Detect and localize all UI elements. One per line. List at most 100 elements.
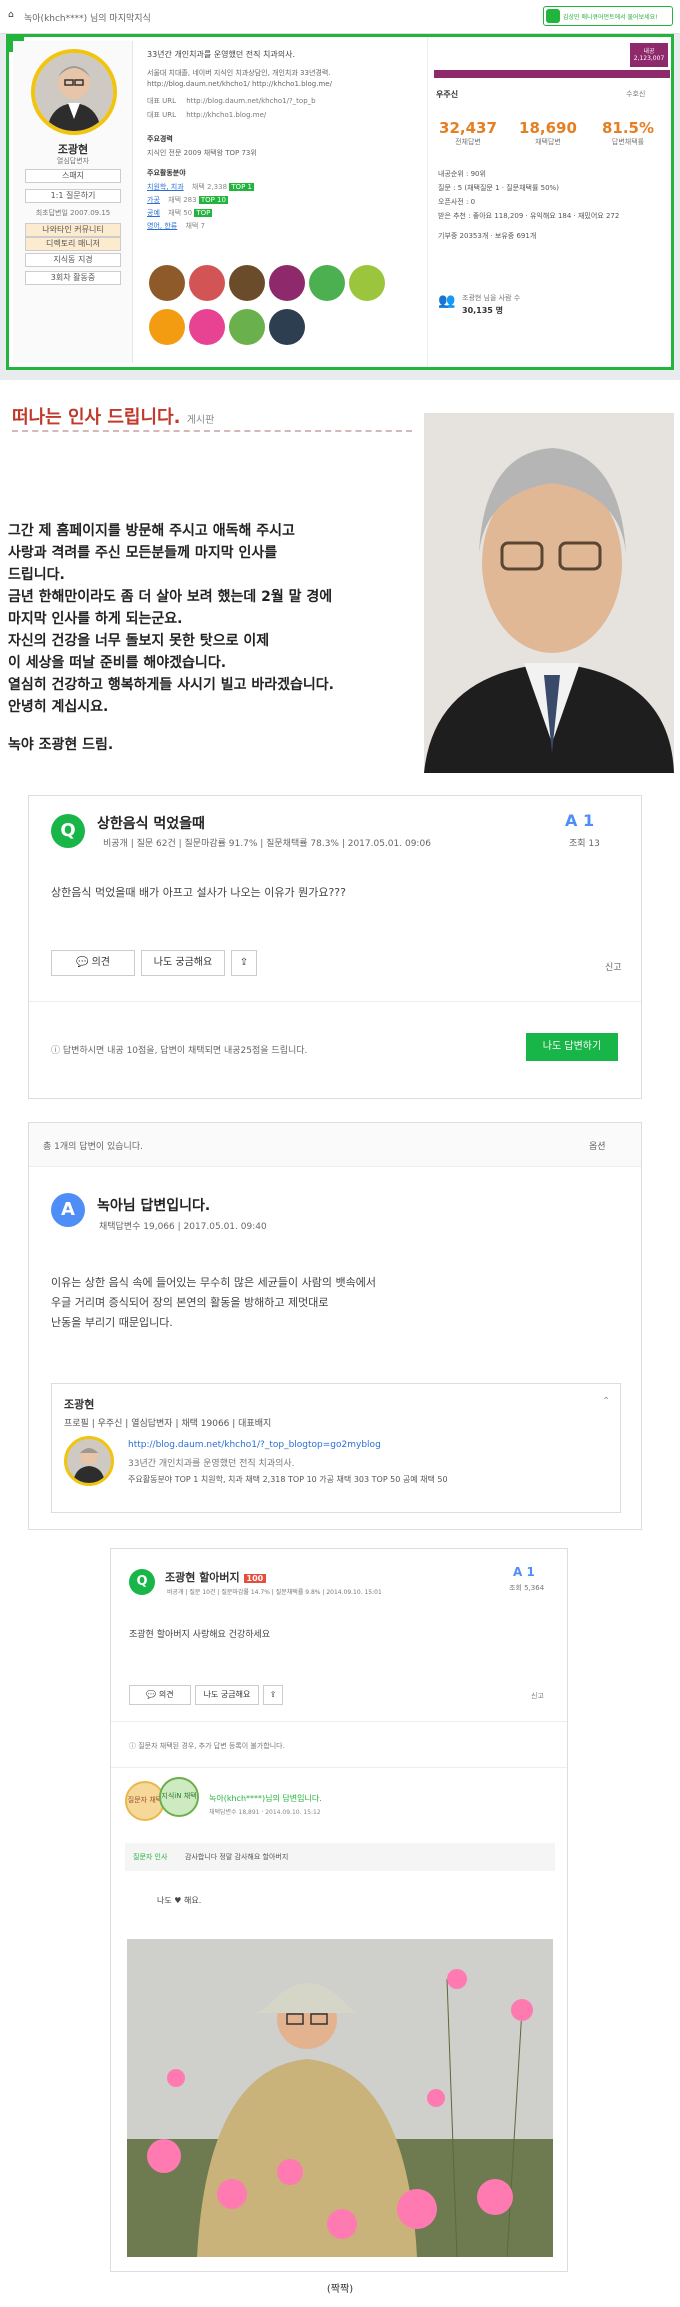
ask-button[interactable]: 1:1 질문하기 (25, 189, 121, 203)
grade-box: 내공 2,123,007 (630, 43, 668, 67)
badge-icon[interactable] (229, 309, 265, 345)
profile-subtitle: 열심답변자 (56, 157, 90, 165)
home-icon[interactable]: ⌂ (8, 10, 14, 20)
answer-card: 총 1개의 답변이 있습니다. 옵션 A 녹아님 답변입니다. 채택답변수 19… (28, 1122, 642, 1530)
blog-title: 떠나는 인사 드립니다. 게시판 (12, 407, 215, 428)
intro-text-2: 서울대 치대졸, 네이버 지식인 치과상담인, 개인치과 33년경력. (147, 69, 331, 77)
farewell-message: 그간 제 홈페이지를 방문해 주시고 애독해 주시고 사랑과 격려를 주신 모든… (8, 520, 428, 756)
main-exp-label: 주요경력 (147, 135, 173, 143)
intro-text: 33년간 개인치과를 운영했던 전직 치과의사. (147, 50, 296, 59)
badge-icon[interactable] (229, 265, 265, 301)
answer-meta: 채택답변수 18,891 · 2014.09.10. 15:12 (209, 1809, 321, 1816)
flower (397, 2189, 437, 2229)
question-title[interactable]: 상한음식 먹었을때 (97, 813, 205, 833)
answer-author[interactable]: 녹아님 답변입니다. (97, 1195, 210, 1215)
badge-icon[interactable] (349, 265, 385, 301)
answer-body: 나도 ♥ 해요. (157, 1896, 202, 1905)
opinion-button[interactable]: 💬 의견 (129, 1685, 191, 1705)
divider (111, 1721, 567, 1722)
flower (427, 2089, 445, 2107)
report-link[interactable]: 신고 (531, 1691, 544, 1701)
stat-adopted: 18,690 채택답변 (519, 119, 577, 146)
question-card-2: Q 조광현 할아버지 100 비공개 | 질문 10건 | 질문마감률 14.7… (110, 1548, 568, 2272)
answer-total: 총 1개의 답변이 있습니다. (43, 1142, 143, 1152)
author-fields: 주요활동분야 TOP 1 치원학, 치과 채택 2,318 TOP 10 가공 … (128, 1475, 448, 1484)
grade-progress-bar (434, 70, 670, 78)
donation: 기부중 20353개 · 보유중 691개 (438, 232, 537, 240)
stat-rate: 81.5% 답변채택률 (601, 119, 655, 146)
badge-icon[interactable] (189, 309, 225, 345)
field-link[interactable]: 영어, 한류 (147, 222, 177, 230)
question-q-icon: Q (51, 814, 85, 848)
avatar[interactable] (31, 49, 117, 135)
question-body: 조광현 할아버지 사랑해요 건강하세요 (129, 1630, 271, 1640)
follow-label[interactable]: 수호신 (626, 89, 645, 99)
signature: 녹야 조광현 드림. (8, 737, 114, 753)
menu-item[interactable]: 3회차 활동중 (25, 271, 121, 285)
author-avatar[interactable] (64, 1436, 114, 1486)
url-link[interactable]: http://blog.daum.net/khcho1/?_top_b (186, 97, 315, 105)
flower (447, 1969, 467, 1989)
author-card: 조광현 ⌃ 프로필 | 우주신 | 열심답변자 | 채택 19066 | 대표배… (51, 1383, 621, 1513)
report-link[interactable]: 신고 (605, 960, 622, 973)
divider (111, 1767, 567, 1768)
badge-icon[interactable] (189, 265, 225, 301)
fans-count: 30,135 명 (462, 306, 504, 315)
question-title[interactable]: 조광현 할아버지 100 (165, 1569, 267, 1585)
badge-icon[interactable] (149, 265, 185, 301)
url-link[interactable]: http://khcho1.blog.me/ (186, 111, 266, 119)
profile-screenshot: ⌂ 녹아(khch****) 님의 마지막지식 김상민 매니큐어먼트에서 물어보… (0, 0, 680, 380)
badge-icon[interactable] (269, 309, 305, 345)
profile-sidebar: 조광현 열심답변자 스패지 1:1 질문하기 최초답변일 2007.09.15 … (13, 41, 133, 363)
reward-badge: 100 (243, 1574, 267, 1583)
profile-card: 조광현 열심답변자 스패지 1:1 질문하기 최초답변일 2007.09.15 … (6, 34, 674, 370)
curious-button[interactable]: 나도 궁금해요 (195, 1685, 259, 1705)
menu-item[interactable]: 디렉토리 매니저 (25, 237, 121, 251)
answer-button[interactable]: 나도 답변하기 (526, 1033, 618, 1061)
field-link[interactable]: 공예 (147, 209, 160, 217)
caption: (짝짝) (326, 2284, 354, 2295)
speech-bubble-icon: 💬 (146, 1690, 157, 1699)
closed-notice: ⓘ 질문자 채택된 경우, 추가 답변 등록이 불가합니다. (129, 1742, 285, 1750)
ad-banner[interactable]: 김상민 매니큐어먼트에서 물어보세요! (543, 6, 673, 26)
flower (167, 2069, 185, 2087)
people-icon: 👥 (438, 293, 456, 309)
question-body: 상한음식 먹었을때 배가 아프고 설사가 나오는 이유가 뭔가요??? (51, 886, 346, 899)
answer-author[interactable]: 녹아(khch****)님의 답변입니다. (209, 1793, 322, 1804)
flower (477, 2179, 513, 2215)
share-icon[interactable]: ⇪ (263, 1685, 283, 1705)
field-link[interactable]: 가공 (147, 196, 160, 204)
profile-intro: 33년간 개인치과를 운영했던 전직 치과의사. 서울대 치대졸, 네이버 지식… (147, 49, 417, 231)
divider (29, 1001, 641, 1002)
fans-label: 조광현 님을 사람 수 (462, 294, 521, 302)
opinion-button[interactable]: 💬 의견 (51, 950, 135, 976)
author-name[interactable]: 조광현 (64, 1396, 94, 1412)
answer-notice: ⓘ 답변하시면 내공 10점을, 답변이 채택되면 내공25점을 드립니다. (51, 1046, 308, 1056)
answer-header: 총 1개의 답변이 있습니다. 옵션 (29, 1123, 641, 1167)
share-icon[interactable]: ⇪ (231, 950, 257, 976)
breadcrumb[interactable]: 녹아(khch****) 님의 마지막지식 (24, 11, 151, 24)
badge-icon[interactable] (149, 309, 185, 345)
author-url[interactable]: http://blog.daum.net/khcho1/?_top_blogto… (128, 1440, 381, 1450)
badge-grid (149, 265, 389, 355)
badge-icon[interactable] (269, 265, 305, 301)
author-tags: 프로필 | 우주신 | 열심답변자 | 채택 19066 | 대표배지 (64, 1419, 272, 1429)
menu-item[interactable]: 지식동 지경 (25, 253, 121, 267)
portrait-photo (424, 413, 674, 773)
intro-url[interactable]: http://blog.daum.net/khcho1/ http://khch… (147, 80, 417, 88)
menu-item[interactable]: 나와타인 커뮤니티 (25, 223, 121, 237)
curious-button[interactable]: 나도 궁금해요 (141, 950, 225, 976)
sort-dropdown[interactable]: 옵션 (589, 1139, 606, 1152)
answer-meta: 채택답변수 19,066 | 2017.05.01. 09:40 (99, 1222, 267, 1232)
level-button[interactable]: 스패지 (25, 169, 121, 183)
collapse-icon[interactable]: ⌃ (602, 1396, 610, 1407)
info-icon: ⓘ (51, 1046, 61, 1056)
profile-stats: 내공 2,123,007 우주신 수호신 32,437 전체답변 18,690 채택… (427, 37, 671, 367)
badge-icon[interactable] (309, 265, 345, 301)
answer-count: A 1 (565, 811, 595, 830)
flower (277, 2159, 303, 2185)
speech-bubble-icon: 💬 (75, 957, 89, 968)
field-link[interactable]: 치원학, 치과 (147, 183, 184, 191)
blog-category[interactable]: 게시판 (187, 415, 215, 426)
asker-greeting: 질문자 인사 감사합니다 정말 감사해요 할아버지 (125, 1843, 555, 1871)
